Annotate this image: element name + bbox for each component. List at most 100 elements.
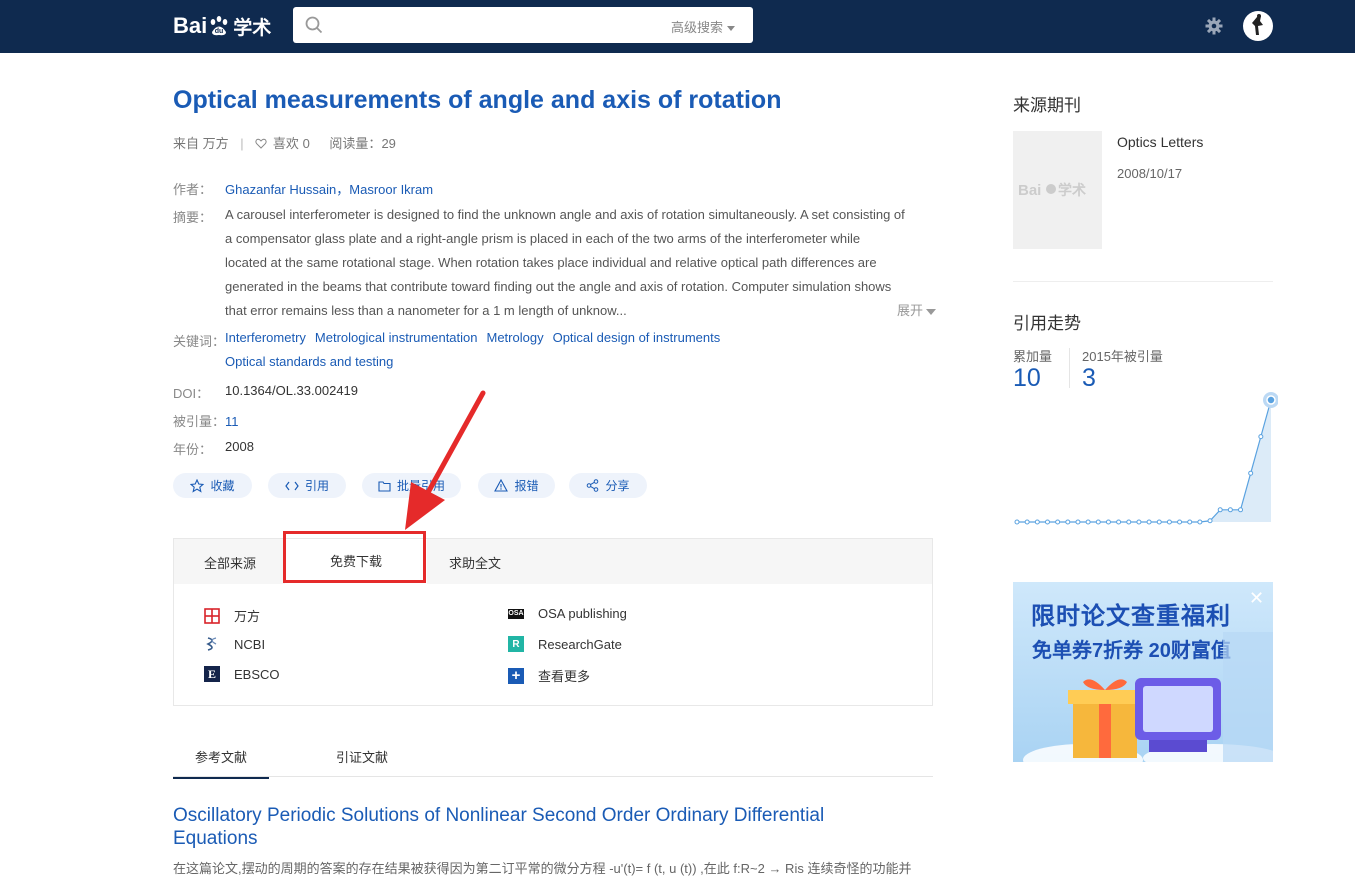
chevron-down-icon <box>926 308 937 315</box>
share-button[interactable]: 分享 <box>569 473 647 498</box>
trend-point[interactable] <box>1207 518 1213 524</box>
warning-icon <box>494 479 509 492</box>
trend-point[interactable] <box>1055 519 1061 525</box>
osa-icon: OSA <box>508 608 524 619</box>
source-researchgate[interactable]: R ResearchGate <box>508 636 622 652</box>
paper-meta: 来自 万方 | 喜欢 0 阅读量：29 <box>173 133 396 152</box>
authors-link[interactable]: Ghazanfar Hussain，Masroor Ikram <box>225 179 433 198</box>
search-input[interactable] <box>333 13 657 39</box>
annotation-highlight-box <box>283 531 426 583</box>
keyword-link[interactable]: Metrology <box>487 330 544 345</box>
trend-point[interactable] <box>1075 519 1081 525</box>
citation-trend-heading: 引用走势 <box>1013 314 1081 333</box>
abstract-label: 摘要： <box>173 210 213 225</box>
tab-request-fulltext[interactable]: 求助全文 <box>449 553 501 572</box>
abstract-text: A carousel interferometer is designed to… <box>225 207 905 318</box>
trend-point[interactable] <box>1024 519 1030 525</box>
source-wanfang[interactable]: 万方 <box>204 606 260 625</box>
trend-point[interactable] <box>1156 519 1162 525</box>
baidu-xueshu-logo-placeholder: Bai 学术 <box>1018 182 1086 199</box>
trend-point[interactable] <box>1166 519 1172 525</box>
keyword-link[interactable]: Interferometry <box>225 330 306 345</box>
source-osa[interactable]: OSA OSA publishing <box>508 606 627 621</box>
cited-label: 被引量：11 <box>173 414 239 429</box>
advanced-search-dropdown[interactable]: 高级搜索 <box>671 17 735 36</box>
source-label: EBSCO <box>234 666 280 682</box>
cite-button[interactable]: 引用 <box>268 473 346 498</box>
trend-point[interactable] <box>1095 519 1101 525</box>
year-citations-label: 2015年被引量 <box>1082 349 1163 364</box>
trend-point[interactable] <box>1197 519 1203 525</box>
tab-references[interactable]: 参考文献 <box>173 747 269 779</box>
trend-point[interactable] <box>1248 470 1254 476</box>
trend-point[interactable] <box>1116 519 1122 525</box>
user-avatar[interactable] <box>1243 11 1273 41</box>
citation-trend-chart <box>1014 392 1278 525</box>
trend-point[interactable] <box>1187 519 1193 525</box>
expand-label: 展开 <box>897 303 924 318</box>
journal-cover-image[interactable]: Bai 学术 <box>1013 131 1102 249</box>
trend-point[interactable] <box>1044 519 1050 525</box>
plus-icon: + <box>508 667 524 684</box>
search-icon[interactable] <box>305 16 323 34</box>
reads-count: 29 <box>381 136 396 151</box>
trend-point[interactable] <box>1217 507 1223 513</box>
trend-point[interactable] <box>1014 519 1020 525</box>
ncbi-icon <box>204 636 220 652</box>
baidu-xueshu-logo[interactable]: Bai du 学术 <box>173 10 271 42</box>
total-citations-value: 10 <box>1013 364 1041 392</box>
keyword-link[interactable]: Metrological instrumentation <box>315 330 478 345</box>
ebsco-icon: E <box>204 666 220 682</box>
wanfang-icon <box>204 607 220 624</box>
logo-xueshu: 学术 <box>233 17 272 39</box>
reference-title-link[interactable]: Oscillatory Periodic Solutions of Nonlin… <box>173 804 873 850</box>
promo-banner[interactable]: 限时论文查重福利 免单券7折券 20财富值 ✕ <box>1013 582 1273 762</box>
trend-point[interactable] <box>1034 519 1040 525</box>
year-citations-value: 3 <box>1082 364 1096 392</box>
expand-abstract-button[interactable]: 展开 <box>893 300 937 319</box>
trend-point[interactable] <box>1146 519 1152 525</box>
source-label: 查看更多 <box>538 669 591 684</box>
trend-point[interactable] <box>1085 519 1091 525</box>
trend-point[interactable] <box>1177 519 1183 525</box>
keyword-link[interactable]: Optical standards and testing <box>225 354 393 369</box>
paper-title[interactable]: Optical measurements of angle and axis o… <box>173 86 781 115</box>
source-name: 万方 <box>202 136 229 151</box>
doi-value: 10.1364/OL.33.002419 <box>225 383 359 398</box>
collect-button[interactable]: 收藏 <box>173 473 252 498</box>
svg-text:学术: 学术 <box>1058 182 1086 199</box>
trend-line <box>1017 399 1272 523</box>
source-ebsco[interactable]: E EBSCO <box>204 666 280 682</box>
trend-point[interactable] <box>1258 434 1264 440</box>
logo-bai: Bai <box>173 13 208 38</box>
avatar-figure-icon <box>1252 14 1263 35</box>
trend-area <box>1017 400 1271 522</box>
tab-citations[interactable]: 引证文献 <box>336 747 388 766</box>
trend-point[interactable] <box>1238 507 1244 513</box>
trend-point[interactable] <box>1136 519 1142 525</box>
source-view-more[interactable]: + 查看更多 <box>508 666 590 685</box>
trend-point[interactable] <box>1126 519 1132 525</box>
author-label: 作者： <box>173 182 213 197</box>
keywords-list: Interferometry Metrological instrumentati… <box>225 326 825 374</box>
advanced-search-label: 高级搜索 <box>670 20 723 35</box>
year-label: 年份： <box>173 442 213 457</box>
doi-label: DOI： <box>173 386 210 401</box>
trend-point[interactable] <box>1065 519 1071 525</box>
report-label: 报错 <box>514 479 539 493</box>
gear-icon[interactable] <box>1205 17 1223 35</box>
source-ncbi[interactable]: NCBI <box>204 636 265 652</box>
trend-point[interactable] <box>1227 507 1233 513</box>
promo-illustration <box>1023 632 1273 762</box>
top-navbar: Bai du 学术 高级搜索 <box>0 0 1355 53</box>
likes-label: 喜欢 <box>272 136 299 151</box>
cited-count-link[interactable]: 11 <box>225 414 239 429</box>
trend-point[interactable] <box>1105 519 1111 525</box>
journal-date: 2008/10/17 <box>1117 166 1183 181</box>
journal-name[interactable]: Optics Letters <box>1117 134 1203 150</box>
keyword-link[interactable]: Optical design of instruments <box>553 330 721 345</box>
heart-icon[interactable] <box>255 138 267 149</box>
trend-point[interactable] <box>1266 395 1276 405</box>
tab-all-sources[interactable]: 全部来源 <box>204 553 256 572</box>
sidebar-divider <box>1013 281 1273 282</box>
